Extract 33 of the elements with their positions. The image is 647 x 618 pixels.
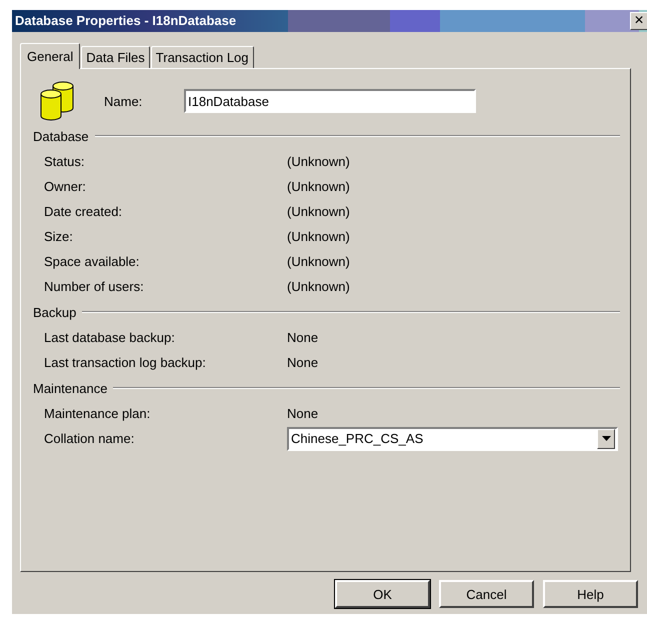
field-value: (Unknown): [287, 204, 350, 219]
tab[interactable]: General: [20, 43, 80, 69]
dialog-button[interactable]: OK: [335, 580, 430, 608]
field-value: (Unknown): [287, 179, 350, 194]
name-field[interactable]: I18nDatabase: [184, 89, 476, 113]
field-value: None: [287, 406, 318, 421]
field-label: Maintenance plan:: [44, 406, 152, 421]
field-label: Number of users:: [44, 279, 145, 294]
section-heading: Backup: [33, 304, 78, 320]
field-label: Owner:: [44, 179, 87, 194]
window-title: Database Properties - I18nDatabase: [12, 10, 288, 32]
collation-dropdown[interactable]: Chinese_PRC_CS_AS: [287, 426, 618, 450]
field-value: None: [287, 355, 318, 370]
field-value: None: [287, 330, 318, 345]
dialog-button[interactable]: Cancel: [439, 580, 534, 608]
field-value: (Unknown): [287, 279, 350, 294]
dialog-button[interactable]: Help: [543, 580, 638, 608]
field-label: Date created:: [44, 204, 124, 219]
field-label: Last database backup:: [44, 330, 176, 345]
field-label: Space available:: [44, 254, 140, 269]
field-label: Last transaction log backup:: [44, 355, 207, 370]
section-heading: Maintenance: [33, 380, 108, 396]
field-value: (Unknown): [287, 254, 350, 269]
close-button[interactable]: ×: [630, 12, 647, 30]
field-label: Size:: [44, 229, 74, 244]
field-value: (Unknown): [287, 154, 350, 169]
tab[interactable]: Transaction Log: [150, 46, 254, 68]
field-label: Collation name:: [44, 431, 136, 446]
section-heading: Database: [33, 128, 90, 144]
name-label: Name:: [104, 94, 144, 108]
field-value: (Unknown): [287, 229, 350, 244]
field-label: Status:: [44, 154, 86, 169]
tab[interactable]: Data Files: [81, 46, 150, 68]
